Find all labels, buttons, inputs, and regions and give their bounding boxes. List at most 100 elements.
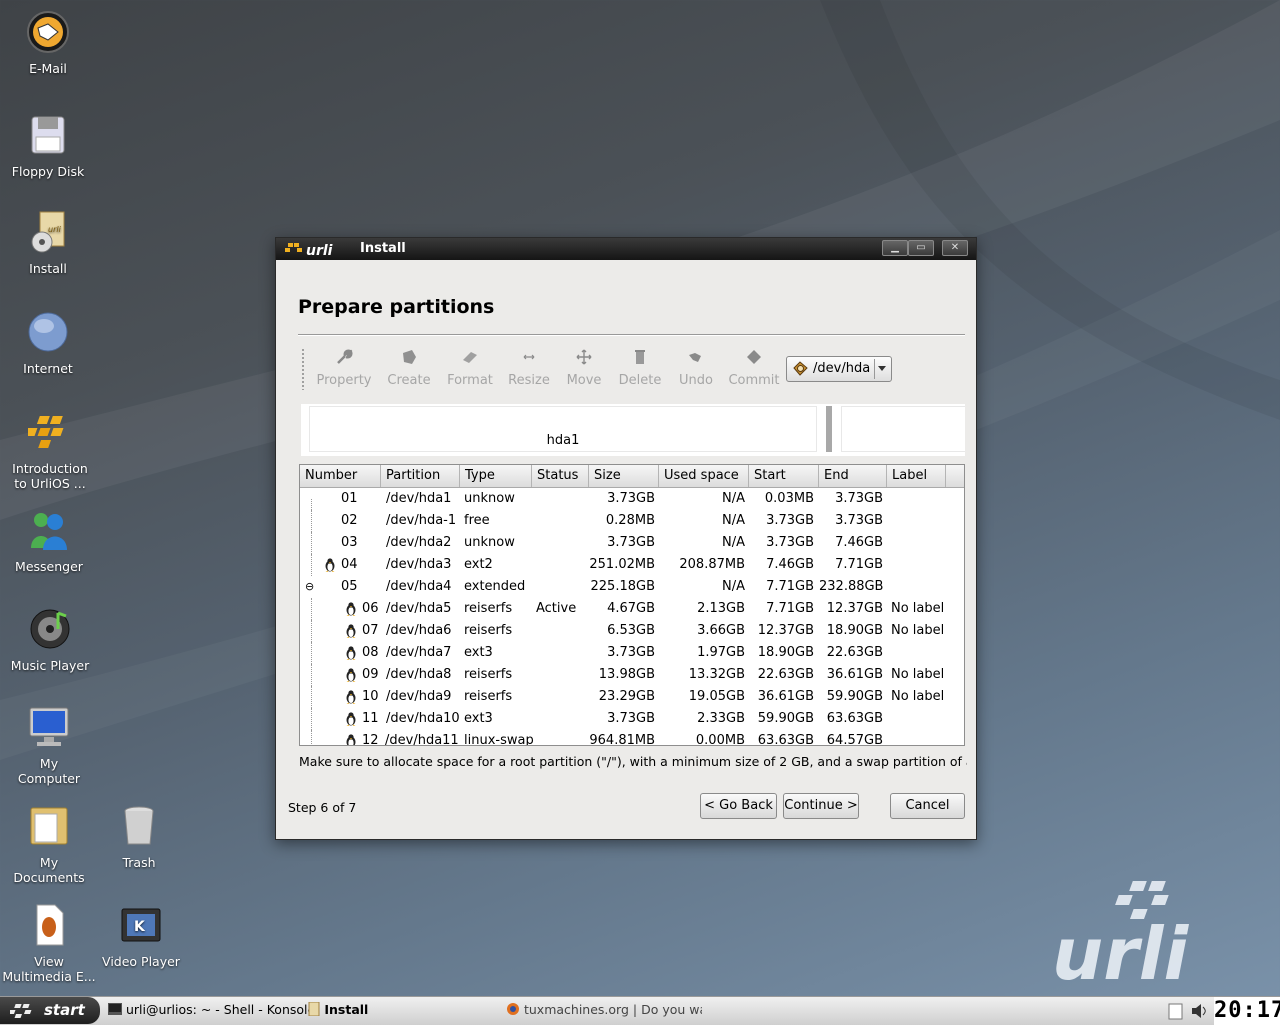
tux-penguin-icon xyxy=(346,646,356,660)
install-icon: urli xyxy=(31,211,65,253)
minimize-button[interactable]: ▁ xyxy=(882,240,908,256)
table-row[interactable]: 04/dev/hda3 ext2 251.02MB 208.87MB 7.46GB 7.7… xyxy=(300,554,964,576)
table-row[interactable]: 01/dev/hda1 unknow 3.73GB N/A 0.03MB 3.73GB xyxy=(300,488,964,510)
resize-button[interactable]: Resize xyxy=(506,348,552,388)
desktop-icon-floppy[interactable]: Floppy Disk xyxy=(0,113,96,179)
floppy-icon xyxy=(31,116,65,154)
table-row[interactable]: 07/dev/hda6 reiserfs 6.53GB 3.66GB 12.37GB 18… xyxy=(300,620,964,642)
install-icon xyxy=(308,1001,320,1017)
task-label: urli@urlios: ~ - Shell - Konsole xyxy=(125,1002,316,1017)
table-row[interactable]: 06/dev/hda5 reiserfs Active 4.67GB 2.13GB 7.7… xyxy=(300,598,964,620)
desktop-icon-email[interactable]: E-Mail xyxy=(0,10,96,76)
desktop-icon-video-player[interactable]: K Video Player xyxy=(93,903,189,969)
format-button[interactable]: Format xyxy=(443,348,497,388)
task-konsole[interactable]: urli@urlios: ~ - Shell - Konsole xyxy=(108,1002,315,1017)
cell-size: 4.67GB xyxy=(607,601,655,616)
window-title: Install xyxy=(360,241,406,256)
table-row[interactable]: 03/dev/hda2 unknow 3.73GB N/A 3.73GB 7.46GB xyxy=(300,532,964,554)
window-titlebar[interactable]: urli Install ▁ ▭ ✕ xyxy=(276,238,976,260)
partition-graph-label: hda1 xyxy=(546,433,580,448)
desktop-icon-messenger[interactable]: Messenger xyxy=(1,508,97,574)
start-logo-icon xyxy=(10,1004,32,1018)
cell-type: unknow xyxy=(464,535,515,550)
table-row[interactable]: 09/dev/hda8 reiserfs 13.98GB 13.32GB 22.63GB… xyxy=(300,664,964,686)
start-button[interactable]: start xyxy=(0,997,100,1024)
table-row[interactable]: 02/dev/hda-1 free 0.28MB N/A 3.73GB 3.73GB xyxy=(300,510,964,532)
table-row[interactable]: 10/dev/hda9 reiserfs 23.29GB 19.05GB 36.61GB… xyxy=(300,686,964,708)
table-row[interactable]: 08/dev/hda7 ext3 3.73GB 1.97GB 18.90GB 22.63G… xyxy=(300,642,964,664)
collapse-toggle[interactable]: ⊖ xyxy=(305,576,315,598)
clipboard-icon[interactable] xyxy=(1168,1002,1184,1020)
device-select[interactable]: /dev/hda xyxy=(786,356,892,382)
maximize-button[interactable]: ▭ xyxy=(908,240,934,256)
icon-label: Trash xyxy=(122,855,156,870)
toolbar-grip[interactable] xyxy=(301,348,305,390)
column-number[interactable]: Number xyxy=(300,465,381,487)
column-status[interactable]: Status xyxy=(532,465,589,487)
desktop-icon-internet[interactable]: Internet xyxy=(0,310,96,376)
cell-end: 64.57GB xyxy=(826,733,883,746)
clock[interactable]: 20:17 xyxy=(1214,997,1280,1025)
task-label: Install xyxy=(324,1002,369,1017)
cell-type: reiserfs xyxy=(464,689,513,704)
task-browser[interactable]: tuxmachines.org | Do you wadd xyxy=(506,1002,702,1017)
cell-end: 22.63GB xyxy=(826,645,883,660)
cell-end: 18.90GB xyxy=(826,623,883,638)
desktop-icon-music-player[interactable]: Music Player xyxy=(2,607,98,673)
desktop-icon-my-computer[interactable]: My Computer xyxy=(1,705,97,786)
svg-text:urli: urli xyxy=(48,225,62,234)
cell-number: 06 xyxy=(362,601,379,616)
column-start[interactable]: Start xyxy=(749,465,819,487)
task-install[interactable]: Install xyxy=(308,1001,369,1017)
cell-size: 3.73GB xyxy=(607,535,655,550)
cell-start: 7.71GB xyxy=(766,601,814,616)
move-button[interactable]: Move xyxy=(562,348,606,388)
icon-label: Video Player xyxy=(102,954,180,969)
column-partition[interactable]: Partition xyxy=(381,465,460,487)
table-header: Number Partition Type Status Size Used s… xyxy=(300,465,964,488)
partition-graph-hda1[interactable]: hda1 xyxy=(309,406,817,452)
desktop-icon-install[interactable]: urli Install xyxy=(0,210,96,276)
table-row[interactable]: 11/dev/hda10 ext3 3.73GB 2.33GB 59.90GB 63.63… xyxy=(300,708,964,730)
cell-type: extended xyxy=(464,579,526,594)
desktop-icon-trash[interactable]: Trash xyxy=(91,804,187,870)
column-size[interactable]: Size xyxy=(589,465,659,487)
property-button[interactable]: Property xyxy=(316,348,372,388)
column-type[interactable]: Type xyxy=(460,465,532,487)
create-button[interactable]: Create xyxy=(384,348,434,388)
svg-text:urli: urli xyxy=(306,243,333,257)
continue-button[interactable]: Continue > xyxy=(783,793,859,819)
cancel-button[interactable]: Cancel xyxy=(890,793,965,819)
commit-button[interactable]: Commit xyxy=(728,348,780,388)
icon-label: View Multimedia E... xyxy=(2,954,96,984)
cell-number: 02 xyxy=(341,513,358,528)
table-row[interactable]: 12/dev/hda11 linux-swap 964.81MB 0.00MB 63.6… xyxy=(300,730,964,746)
close-button[interactable]: ✕ xyxy=(942,240,968,256)
cell-partition: /dev/hda11 xyxy=(385,733,459,746)
cell-partition: /dev/hda-1 xyxy=(386,513,457,528)
undo-button[interactable]: Undo xyxy=(674,348,718,388)
table-row[interactable]: ⊖ 05/dev/hda4 extended 225.18GB N/A 7.71GB 232… xyxy=(300,576,964,598)
select-separator xyxy=(874,359,875,379)
desktop-icon-introduction[interactable]: Introduction to UrliOS ... xyxy=(2,410,98,491)
cell-status xyxy=(536,730,588,745)
trash-icon xyxy=(124,806,154,845)
column-used-space[interactable]: Used space xyxy=(659,465,749,487)
go-back-button[interactable]: < Go Back xyxy=(700,793,777,819)
desktop-icon-view-multimedia[interactable]: View Multimedia E... xyxy=(1,903,97,984)
desktop-icon-my-documents[interactable]: My Documents xyxy=(1,804,97,885)
cell-start: 3.73GB xyxy=(766,535,814,550)
video-player-icon: K xyxy=(121,908,161,942)
tool-label: Commit xyxy=(728,373,780,388)
cell-size: 6.53GB xyxy=(607,623,655,638)
column-end[interactable]: End xyxy=(819,465,887,487)
cell-label xyxy=(891,730,951,745)
volume-icon[interactable] xyxy=(1190,1002,1210,1020)
partition-graph-next[interactable] xyxy=(841,406,965,452)
cell-number: 07 xyxy=(362,623,379,638)
chevron-down-icon[interactable] xyxy=(878,366,886,371)
column-label[interactable]: Label xyxy=(887,465,946,487)
cell-status xyxy=(536,708,588,730)
icon-label: E-Mail xyxy=(29,61,67,76)
delete-button[interactable]: Delete xyxy=(616,348,664,388)
